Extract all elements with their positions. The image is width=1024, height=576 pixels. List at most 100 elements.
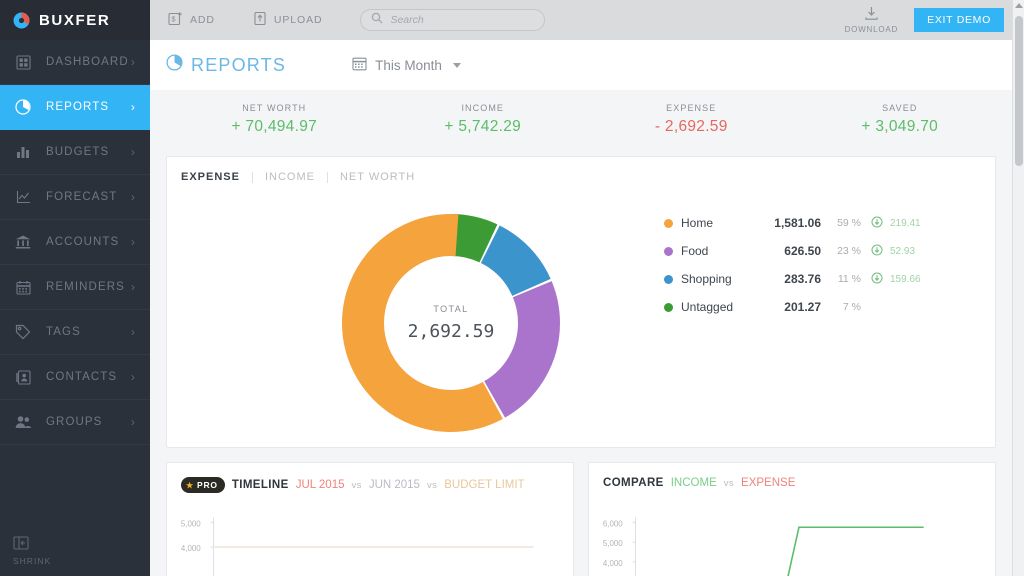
arrow-down-circle-icon	[871, 216, 883, 231]
download-icon	[863, 6, 880, 23]
calendar-icon	[352, 56, 367, 74]
upload-file-icon	[253, 11, 267, 29]
compare-ytick-6000: 6,000	[603, 519, 623, 528]
timeline-series-c[interactable]: BUDGET LIMIT	[444, 479, 524, 491]
timeline-panel-header: ★ PRO TIMELINE JUL 2015 vs JUN 2015 vs B…	[181, 477, 573, 493]
download-label: DOWNLOAD	[845, 25, 899, 34]
compare-panel-header: COMPARE INCOME vs EXPENSE	[603, 477, 995, 489]
chevron-right-icon: ›	[131, 325, 136, 339]
chevron-right-icon: ›	[131, 190, 136, 204]
page-scrollbar[interactable]	[1012, 0, 1024, 576]
legend-percent: 7 %	[821, 301, 861, 313]
tab-income[interactable]: INCOME	[253, 171, 327, 183]
legend-percent: 11 %	[821, 273, 861, 285]
sidebar-item-label: GROUPS	[46, 416, 102, 428]
compare-series-b[interactable]: EXPENSE	[741, 477, 795, 489]
search-input[interactable]	[390, 14, 534, 26]
stat-value: + 70,494.97	[170, 118, 379, 136]
sidebar-item-budgets[interactable]: BUDGETS ›	[0, 130, 150, 175]
sidebar-item-reports[interactable]: REPORTS ›	[0, 85, 150, 130]
sidebar: BUXFER DASHBOARD ›	[0, 0, 150, 576]
add-button[interactable]: $ ADD	[168, 11, 215, 29]
legend-color-swatch	[664, 247, 673, 256]
bar-chart-icon	[13, 142, 33, 162]
shrink-label: SHRINK	[13, 556, 51, 566]
compare-series-a[interactable]: INCOME	[671, 477, 717, 489]
legend-category-name: Food	[681, 244, 753, 258]
legend-color-swatch	[664, 303, 673, 312]
calendar-icon	[13, 277, 33, 297]
date-range-label: This Month	[375, 58, 442, 73]
stat-saved: SAVED + 3,049.70	[796, 103, 1005, 136]
sidebar-item-tags[interactable]: TAGS ›	[0, 310, 150, 355]
vs-separator: vs	[427, 480, 437, 491]
add-label: ADD	[190, 14, 215, 26]
summary-stats: NET WORTH + 70,494.97 INCOME + 5,742.29 …	[150, 90, 1024, 148]
toolbar-right-group: DOWNLOAD EXIT DEMO	[845, 6, 1024, 34]
stat-income: INCOME + 5,742.29	[379, 103, 588, 136]
tab-net-worth[interactable]: NET WORTH	[328, 171, 427, 183]
line-chart-icon	[13, 187, 33, 207]
stat-label: INCOME	[379, 103, 588, 113]
scroll-up-arrow-icon[interactable]	[1015, 3, 1023, 8]
stat-label: NET WORTH	[170, 103, 379, 113]
legend-percent: 59 %	[821, 217, 861, 229]
expense-breakdown-card: EXPENSE INCOME NET WORTH	[166, 156, 996, 448]
sidebar-item-label: DASHBOARD	[46, 56, 129, 68]
date-range-selector[interactable]: This Month	[352, 56, 461, 74]
legend-row-untagged[interactable]: Untagged 201.27 7 %	[664, 293, 921, 321]
shrink-sidebar-button[interactable]: SHRINK	[0, 527, 150, 576]
sidebar-item-groups[interactable]: GROUPS ›	[0, 400, 150, 445]
pie-chart-icon	[166, 54, 183, 76]
page-title: REPORTS	[166, 54, 286, 76]
compare-panel: COMPARE INCOME vs EXPENSE 6,000 5,000 4,…	[588, 462, 996, 576]
chevron-right-icon: ›	[131, 235, 136, 249]
timeline-title: TIMELINE	[232, 479, 289, 491]
sidebar-item-label: REMINDERS	[46, 281, 125, 293]
chevron-right-icon: ›	[131, 370, 136, 384]
tab-expense[interactable]: EXPENSE	[181, 171, 252, 183]
legend-row-food[interactable]: Food 626.50 23 % 52.93	[664, 237, 921, 265]
timeline-series-a[interactable]: JUL 2015	[296, 479, 345, 491]
chevron-down-icon	[453, 63, 461, 68]
chevron-right-icon: ›	[131, 280, 136, 294]
bank-icon	[13, 232, 33, 252]
pie-chart-icon	[13, 97, 33, 117]
sidebar-item-dashboard[interactable]: DASHBOARD ›	[0, 40, 150, 85]
upload-label: UPLOAD	[274, 14, 323, 26]
stat-value: + 3,049.70	[796, 118, 1005, 136]
legend-amount: 1,581.06	[753, 216, 821, 230]
compare-ytick-5000: 5,000	[603, 539, 623, 548]
compare-title: COMPARE	[603, 477, 664, 489]
sidebar-item-label: BUDGETS	[46, 146, 109, 158]
sidebar-item-reminders[interactable]: REMINDERS ›	[0, 265, 150, 310]
legend-percent: 23 %	[821, 245, 861, 257]
timeline-ytick-5000: 5,000	[181, 519, 201, 528]
legend-amount: 283.76	[753, 272, 821, 286]
sidebar-item-label: TAGS	[46, 326, 81, 338]
legend-row-home[interactable]: Home 1,581.06 59 % 219.41	[664, 209, 921, 237]
stat-net-worth: NET WORTH + 70,494.97	[170, 103, 379, 136]
sidebar-item-contacts[interactable]: CONTACTS ›	[0, 355, 150, 400]
download-button[interactable]: DOWNLOAD	[845, 6, 899, 34]
legend-delta: 52.93	[890, 246, 915, 257]
compare-ytick-4000: 4,000	[603, 559, 623, 568]
legend-row-shopping[interactable]: Shopping 283.76 11 % 159.66	[664, 265, 921, 293]
exit-demo-button[interactable]: EXIT DEMO	[914, 8, 1004, 32]
sidebar-item-label: FORECAST	[46, 191, 117, 203]
upload-button[interactable]: UPLOAD	[253, 11, 323, 29]
stat-label: SAVED	[796, 103, 1005, 113]
arrow-down-circle-icon	[871, 244, 883, 259]
search-box[interactable]	[360, 9, 545, 31]
brand-logo[interactable]: BUXFER	[0, 0, 150, 40]
top-toolbar: $ ADD UPLOAD	[150, 0, 1024, 40]
chevron-right-icon: ›	[131, 145, 136, 159]
timeline-series-b[interactable]: JUN 2015	[369, 479, 420, 491]
legend-category-name: Shopping	[681, 272, 753, 286]
people-icon	[13, 412, 33, 432]
sidebar-item-accounts[interactable]: ACCOUNTS ›	[0, 220, 150, 265]
arrow-down-circle-icon	[871, 272, 883, 287]
scrollbar-thumb[interactable]	[1015, 16, 1023, 166]
donut-center-total: TOTAL 2,692.59	[337, 209, 565, 437]
sidebar-item-forecast[interactable]: FORECAST ›	[0, 175, 150, 220]
